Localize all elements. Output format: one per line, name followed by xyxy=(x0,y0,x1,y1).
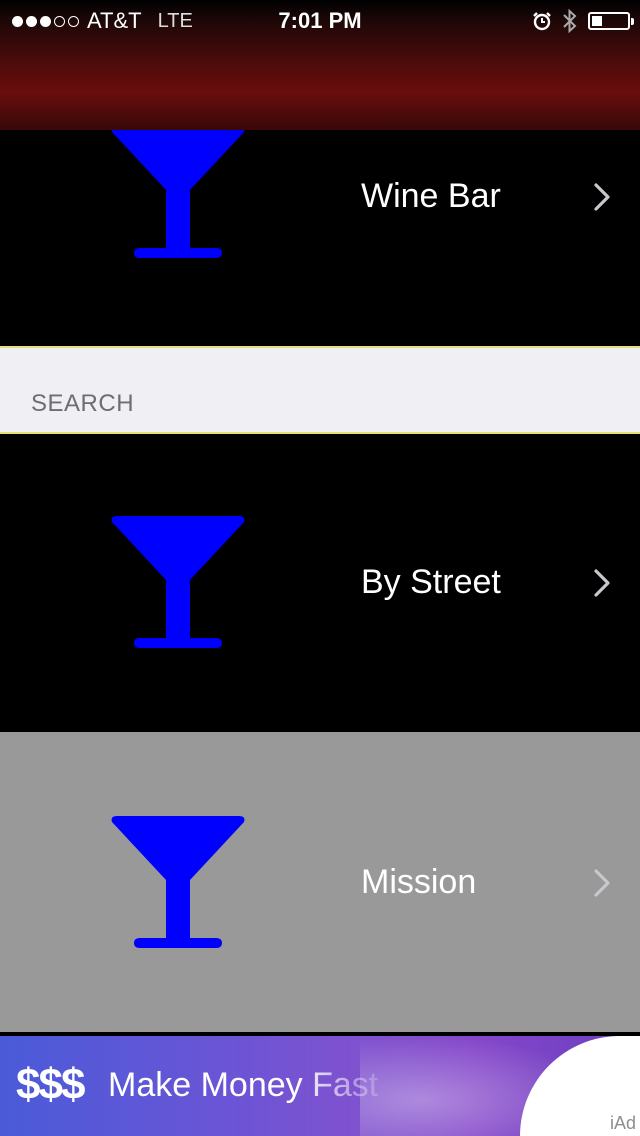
chevron-right-icon xyxy=(594,569,610,597)
ad-dollar-icon: $$$ xyxy=(16,1060,85,1109)
list-item-by-street[interactable]: By Street xyxy=(0,434,640,732)
list-item-mission[interactable]: Mission xyxy=(0,732,640,1032)
section-title: SEARCH xyxy=(31,390,135,417)
cocktail-glass-icon xyxy=(111,816,245,948)
cocktail-glass-icon xyxy=(111,516,245,648)
ad-banner[interactable]: $$$ Make Money Faste iAd xyxy=(0,1036,640,1136)
row-label: Wine Bar xyxy=(361,177,501,215)
ad-headline: Make Money Faste xyxy=(108,1066,378,1104)
section-header-search: SEARCH xyxy=(0,346,640,434)
battery-level xyxy=(592,16,602,26)
chevron-right-icon xyxy=(594,183,610,211)
iad-label: iAd xyxy=(609,1113,636,1133)
alarm-icon xyxy=(533,12,551,31)
battery-icon xyxy=(588,12,634,30)
bluetooth-icon xyxy=(563,8,577,34)
status-right xyxy=(532,8,634,34)
chevron-right-icon xyxy=(594,869,610,897)
row-label: By Street xyxy=(361,563,501,601)
row-label: Mission xyxy=(361,863,477,901)
status-bar: AT&T LTE 7:01 PM xyxy=(0,0,640,130)
list-item-wine-bar[interactable]: Wine Bar xyxy=(0,130,640,346)
cocktail-glass-icon xyxy=(111,130,245,258)
